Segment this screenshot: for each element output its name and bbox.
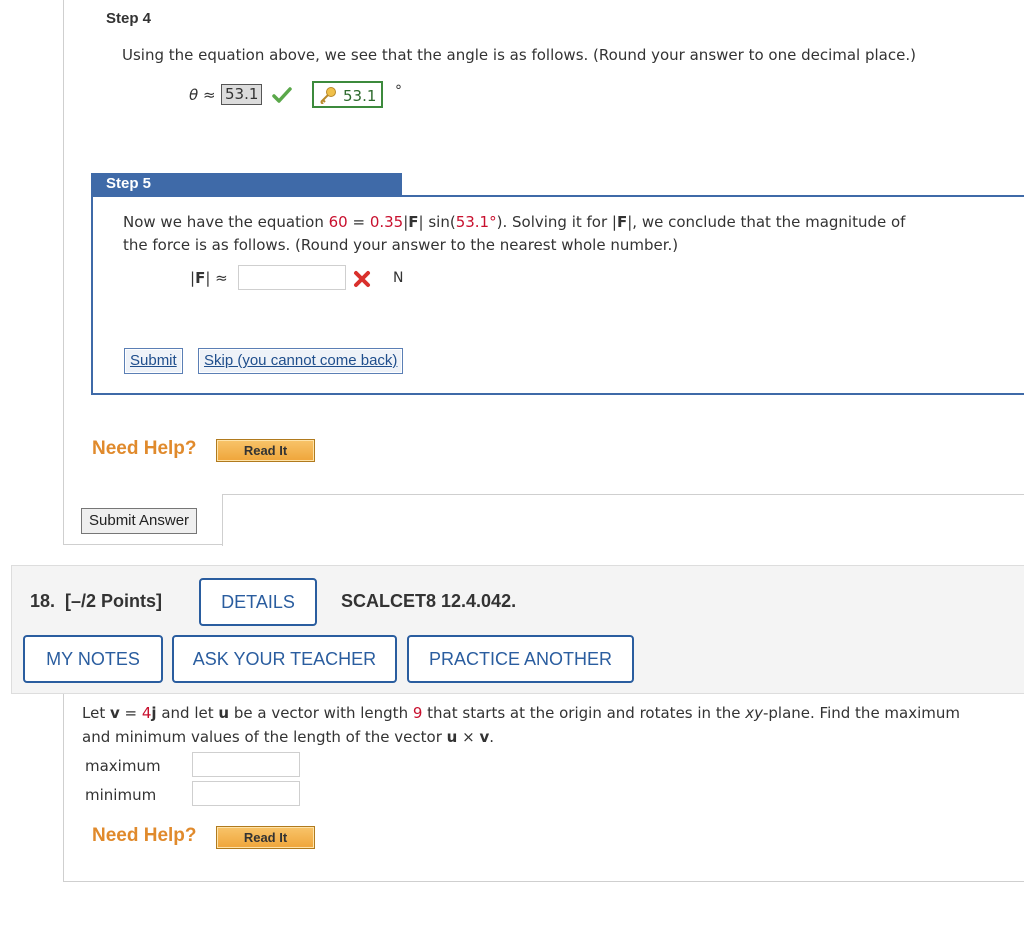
text: = xyxy=(347,213,370,231)
force-symbol: F xyxy=(616,213,628,231)
minimum-input[interactable] xyxy=(192,781,300,806)
text: -plane. Find the maximum xyxy=(762,704,961,722)
read-it-button[interactable]: Read It xyxy=(216,439,315,462)
step5-header: Step 5 xyxy=(91,173,402,195)
degree-unit: ° xyxy=(395,83,402,99)
step5-line1: Now we have the equation 60 = 0.35|F| si… xyxy=(123,211,905,234)
value-9: 9 xyxy=(412,704,423,722)
q18-problem-line1: Let v = 4j and let u be a vector with le… xyxy=(82,702,960,725)
text: and minimum values of the length of the … xyxy=(82,728,447,746)
minimum-label: minimum xyxy=(85,786,157,804)
ask-teacher-button[interactable]: ASK YOUR TEACHER xyxy=(172,635,397,683)
magnitude-input[interactable] xyxy=(238,265,346,290)
submit-answer-button[interactable]: Submit Answer xyxy=(81,508,198,534)
need-help-label: Need Help? xyxy=(92,825,197,846)
text: ). Solving it for xyxy=(496,213,612,231)
step4-key-value: 53.1 xyxy=(343,87,377,105)
question-18-code: SCALCET8 12.4.042. xyxy=(341,591,517,611)
value-angle: 53.1° xyxy=(455,213,497,231)
vector-v: v xyxy=(479,728,490,746)
vector-v: v xyxy=(109,704,120,722)
force-symbol: F xyxy=(195,269,206,287)
step5-line2: the force is as follows. (Round your ans… xyxy=(123,236,679,254)
step4-label: Step 4 xyxy=(106,10,152,27)
maximum-label: maximum xyxy=(85,757,161,775)
step4-key-answer: 53.1 xyxy=(312,81,383,108)
step4-answer-box: 53.1 xyxy=(221,84,263,105)
key-icon xyxy=(318,86,338,111)
submit-step-button[interactable]: Submit xyxy=(124,348,183,374)
text: , we conclude that the magnitude of xyxy=(632,213,906,231)
value-coefficient: 0.35 xyxy=(369,213,404,231)
value-60: 60 xyxy=(328,213,348,231)
cross-icon xyxy=(352,269,372,294)
text: | ≈ xyxy=(205,269,228,287)
vector-u: u xyxy=(446,728,458,746)
text: × xyxy=(457,728,480,746)
maximum-input[interactable] xyxy=(192,752,300,777)
newton-unit: N xyxy=(393,270,404,286)
q18-problem-line2: and minimum values of the length of the … xyxy=(82,726,494,749)
text: . xyxy=(489,728,495,746)
question-18-title: 18. [–/2 Points] xyxy=(30,591,163,611)
theta-label: θ ≈ xyxy=(189,86,216,104)
text: = xyxy=(119,704,142,722)
vector-u: u xyxy=(218,704,230,722)
text: Let xyxy=(82,704,110,722)
step4-instruction: Using the equation above, we see that th… xyxy=(122,46,916,64)
value-4: 4 xyxy=(141,704,152,722)
need-help-label: Need Help? xyxy=(92,438,197,459)
text: that starts at the origin and rotates in… xyxy=(422,704,746,722)
text: be a vector with length xyxy=(229,704,413,722)
text: | sin( xyxy=(418,213,456,231)
read-it-button[interactable]: Read It xyxy=(216,826,315,849)
text: and let xyxy=(156,704,219,722)
text: Now we have the equation xyxy=(123,213,329,231)
question-17-frame-notch xyxy=(222,494,1024,546)
my-notes-button[interactable]: MY NOTES xyxy=(23,635,163,683)
skip-step-button[interactable]: Skip (you cannot come back) xyxy=(198,348,404,374)
magnitude-label: |F| ≈ xyxy=(190,267,228,290)
check-icon xyxy=(272,86,292,109)
force-symbol: F xyxy=(408,213,419,231)
details-button[interactable]: DETAILS xyxy=(199,578,317,626)
xy-symbol: xy xyxy=(745,704,763,722)
practice-another-button[interactable]: PRACTICE ANOTHER xyxy=(407,635,634,683)
